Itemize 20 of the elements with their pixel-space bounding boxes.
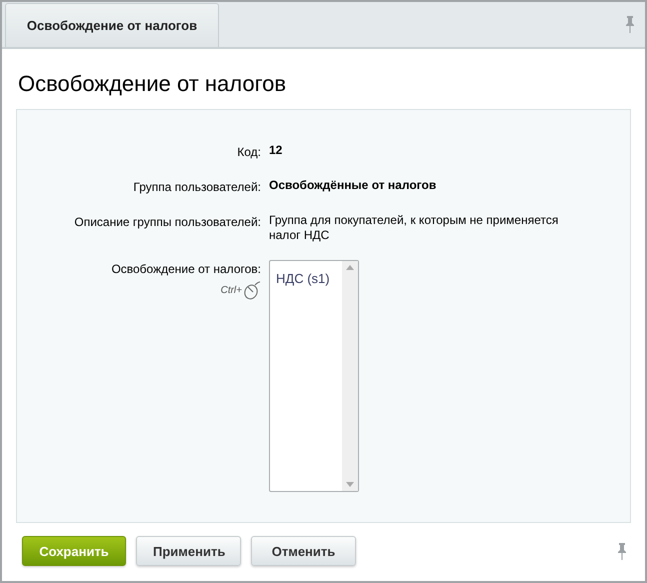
pin-icon[interactable] bbox=[625, 15, 635, 34]
listbox[interactable]: НДС (s1) bbox=[269, 260, 359, 492]
form-button[interactable]: Применить bbox=[136, 536, 241, 566]
page-title: Освобождение от налогов bbox=[18, 71, 288, 98]
mouse-icon bbox=[243, 280, 261, 300]
scrollbar[interactable] bbox=[342, 261, 358, 492]
field-value: 12 bbox=[269, 143, 284, 160]
field-label: Код: bbox=[237, 145, 261, 160]
form-button[interactable]: Отменить bbox=[251, 536, 356, 566]
field-label: Освобождение от налогов: bbox=[111, 262, 261, 276]
scroll-up-icon[interactable] bbox=[346, 265, 354, 270]
scroll-down-icon[interactable] bbox=[346, 482, 354, 488]
pin-icon[interactable] bbox=[617, 542, 627, 560]
tab[interactable]: Освобождение от налогов bbox=[5, 3, 219, 47]
field-value: Группа для покупателей, к которым не применяется налог НДС bbox=[269, 213, 560, 244]
field-label: Описание группы пользователей: bbox=[74, 215, 261, 230]
list-option[interactable]: НДС (s1) bbox=[270, 261, 336, 297]
field-value: Освобождённые от налогов bbox=[269, 178, 438, 194]
field-label: Группа пользователей: bbox=[133, 180, 261, 194]
shortcut-hint: Ctrl+ bbox=[220, 284, 242, 298]
